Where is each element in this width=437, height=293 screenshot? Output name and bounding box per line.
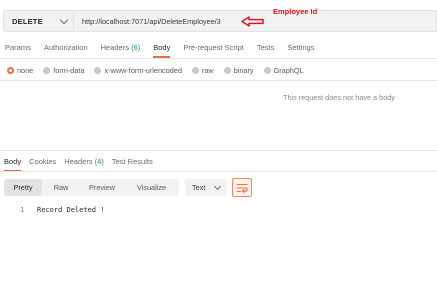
- radio-icon: [223, 67, 231, 74]
- view-raw-button[interactable]: Raw: [42, 179, 80, 196]
- tab-params[interactable]: Params: [5, 43, 31, 58]
- response-tabs: Body Cookies Headers (4) Test Results: [4, 157, 161, 172]
- radio-raw[interactable]: raw: [191, 66, 214, 75]
- response-tab-headers[interactable]: Headers (4): [64, 157, 104, 172]
- response-body-line: Record Deleted !: [37, 206, 105, 214]
- response-headers-count: (4): [94, 157, 104, 166]
- view-preview-button[interactable]: Preview: [80, 179, 124, 196]
- method-label: DELETE: [12, 16, 43, 26]
- radio-icon: [94, 67, 102, 74]
- response-divider: [0, 150, 437, 151]
- radio-selected-icon: [7, 67, 14, 74]
- red-arrow-icon: [241, 16, 264, 27]
- radio-icon: [191, 67, 199, 74]
- response-tabs-divider: [0, 171, 437, 172]
- radio-icon: [263, 67, 271, 74]
- radio-form-data[interactable]: form-data: [43, 66, 84, 75]
- view-pretty-button[interactable]: Pretty: [4, 179, 42, 196]
- radio-graphql[interactable]: GraphQL: [263, 66, 304, 75]
- line-number: 1: [20, 206, 25, 214]
- wrap-lines-button[interactable]: [232, 178, 252, 197]
- tab-tests[interactable]: Tests: [257, 43, 275, 58]
- annotation-label: Employee Id: [273, 7, 318, 16]
- wrap-lines-icon: [236, 183, 248, 193]
- radios-divider: [0, 80, 437, 81]
- tab-pre-request-script[interactable]: Pre-request Script: [183, 43, 243, 58]
- radio-urlencoded[interactable]: x-www-form-urlencoded: [94, 66, 182, 75]
- radio-icon: [43, 67, 51, 74]
- format-label: Text: [192, 183, 206, 192]
- view-mode-toggle: Pretty Raw Preview Visualize: [4, 179, 179, 196]
- url-text: http://localhost:7071/api/DeleteEmployee…: [82, 16, 221, 26]
- radio-none[interactable]: none: [7, 66, 33, 75]
- tab-authorization[interactable]: Authorization: [44, 43, 88, 58]
- request-tabs: Params Authorization Headers (6) Body Pr…: [5, 43, 327, 58]
- method-select[interactable]: DELETE: [3, 10, 73, 32]
- response-tab-cookies[interactable]: Cookies: [29, 157, 56, 172]
- chevron-down-icon: [213, 182, 222, 191]
- tab-headers[interactable]: Headers (6): [101, 43, 141, 58]
- chevron-down-icon: [59, 15, 69, 24]
- body-type-options: none form-data x-www-form-urlencoded raw…: [7, 66, 314, 75]
- response-tab-test-results[interactable]: Test Results: [112, 157, 153, 172]
- tabs-divider: [0, 58, 437, 59]
- radio-binary[interactable]: binary: [223, 66, 254, 75]
- tab-body[interactable]: Body: [153, 43, 171, 58]
- headers-count: (6): [131, 43, 141, 52]
- format-select[interactable]: Text: [185, 179, 227, 196]
- view-visualize-button[interactable]: Visualize: [124, 179, 179, 196]
- no-body-message: This request does not have a body: [283, 93, 395, 102]
- tab-settings[interactable]: Settings: [287, 43, 314, 58]
- response-tab-body[interactable]: Body: [4, 157, 22, 172]
